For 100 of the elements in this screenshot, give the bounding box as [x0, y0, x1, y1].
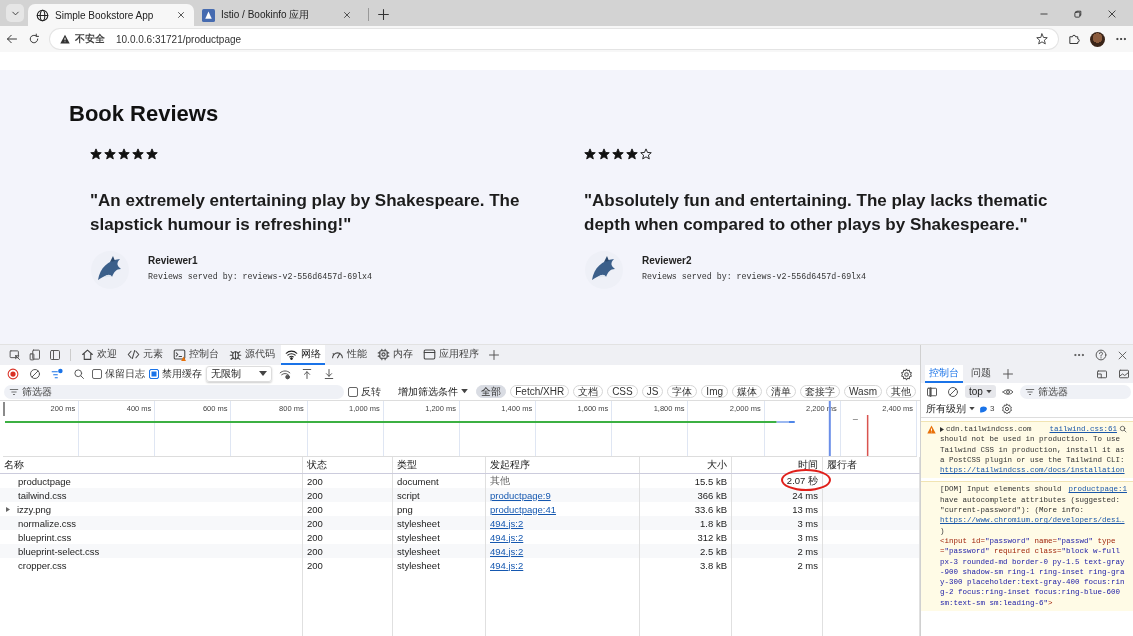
- star-icon: [132, 148, 144, 160]
- initiator-link[interactable]: 494.js:2: [490, 545, 524, 557]
- console-filter-field[interactable]: 筛选器: [1019, 384, 1131, 399]
- reviewer-name: Reviewer2: [642, 255, 693, 266]
- add-icon[interactable]: [488, 349, 500, 361]
- address-field[interactable]: 不安全 10.0.0.6:31721/productpage: [50, 29, 1058, 49]
- disable-cache-checkbox[interactable]: 禁用缓存: [149, 367, 202, 381]
- type-filter-chip[interactable]: CSS: [607, 385, 638, 398]
- filter-icon[interactable]: [51, 368, 63, 380]
- close-icon[interactable]: [1107, 9, 1117, 19]
- levels-dropdown[interactable]: 所有级别: [926, 401, 975, 416]
- console-tab[interactable]: 问题: [967, 365, 995, 383]
- context-dropdown[interactable]: top: [965, 385, 996, 398]
- browser-tab[interactable]: Istio / Bookinfo 应用: [194, 4, 360, 26]
- browser-tab[interactable]: Simple Bookstore App: [28, 4, 194, 26]
- preserve-log-checkbox[interactable]: 保留日志: [92, 367, 145, 381]
- settings-icon[interactable]: [900, 367, 913, 381]
- type-filter-chip[interactable]: 全部: [476, 385, 507, 398]
- request-name[interactable]: blueprint.css: [18, 531, 72, 543]
- type-filter-chip[interactable]: 清单: [766, 385, 797, 398]
- close-icon[interactable]: [1117, 349, 1128, 361]
- settings-icon[interactable]: [1001, 402, 1014, 415]
- type-filter-chip[interactable]: Img: [701, 385, 729, 398]
- star-icon[interactable]: [1036, 33, 1048, 45]
- devtools-tab[interactable]: 控制台: [169, 345, 223, 365]
- reviewer-name: Reviewer1: [148, 255, 199, 266]
- avatar-icon[interactable]: [1090, 31, 1105, 47]
- download-icon[interactable]: [323, 368, 335, 380]
- request-name[interactable]: productpage: [18, 475, 71, 487]
- expand-icon[interactable]: [940, 426, 944, 432]
- type-filter-chip[interactable]: 其他: [886, 385, 916, 398]
- inspect-icon[interactable]: [9, 349, 21, 361]
- clear-icon[interactable]: [947, 385, 959, 398]
- table-cell: 2 ms: [797, 559, 818, 571]
- column-header[interactable]: 类型: [393, 457, 486, 473]
- initiator-link[interactable]: productpage:41: [490, 503, 557, 515]
- throttling-dropdown[interactable]: 无限制: [206, 366, 272, 382]
- column-header[interactable]: 大小: [640, 457, 732, 473]
- puzzle-icon[interactable]: [1068, 33, 1080, 45]
- console-tab[interactable]: 控制台: [925, 365, 963, 383]
- review-quote: "An extremely entertaining play by Shakespeare. The slapstick humour is refreshing!": [90, 190, 521, 236]
- image-icon[interactable]: [1118, 368, 1130, 380]
- served-by-text: Reviews served by: reviews-v2-556d6457d-69lx4: [148, 272, 373, 281]
- initiator-link[interactable]: 494.js:2: [490, 517, 524, 529]
- expand-icon[interactable]: [6, 506, 10, 512]
- devtools-tab[interactable]: 性能: [327, 345, 371, 365]
- table-cell: 2.07 秒: [786, 474, 818, 488]
- type-filter-chip[interactable]: Wasm: [844, 385, 882, 398]
- more-filters-dropdown[interactable]: 增加筛选条件: [398, 384, 469, 399]
- search-icon[interactable]: [73, 368, 85, 380]
- column-header[interactable]: 名称: [0, 457, 303, 473]
- table-cell: stylesheet: [393, 544, 486, 558]
- console-icon: [173, 347, 186, 361]
- devtools-tab[interactable]: 元素: [123, 345, 167, 365]
- wifi-gear-icon[interactable]: [279, 368, 291, 380]
- device-icon[interactable]: [29, 349, 41, 361]
- type-filter-chip[interactable]: Fetch/XHR: [510, 385, 570, 398]
- initiator-link[interactable]: productpage:9: [490, 489, 551, 501]
- column-header[interactable]: 发起程序: [486, 457, 640, 473]
- record-icon[interactable]: [7, 368, 19, 380]
- initiator-link[interactable]: 494.js:2: [490, 531, 524, 543]
- filter-field[interactable]: 筛选器: [4, 384, 345, 399]
- add-icon[interactable]: [1002, 368, 1014, 380]
- new-tab-icon[interactable]: [368, 8, 390, 21]
- devtools-tab[interactable]: 内存: [373, 345, 417, 365]
- devtools-tab[interactable]: 欢迎: [77, 345, 121, 365]
- table-cell: 200: [303, 544, 393, 558]
- request-name[interactable]: blueprint-select.css: [18, 545, 100, 557]
- initiator-link[interactable]: 494.js:2: [490, 559, 524, 571]
- devtools-tab[interactable]: 源代码: [225, 345, 279, 365]
- issue-badge-icon: [979, 404, 988, 413]
- back-icon[interactable]: [6, 33, 18, 45]
- type-filter-chip[interactable]: 套接字: [800, 385, 841, 398]
- restore-icon[interactable]: [1073, 9, 1083, 19]
- type-filter-chip[interactable]: 媒体: [732, 385, 763, 398]
- type-filter-chip[interactable]: 文档: [573, 385, 604, 398]
- type-filter-chip[interactable]: JS: [641, 385, 664, 398]
- reload-icon[interactable]: [28, 33, 40, 45]
- devtools-tab[interactable]: 应用程序: [419, 345, 483, 365]
- help-icon[interactable]: [1095, 349, 1107, 361]
- devtools-tab[interactable]: 网络: [281, 345, 325, 365]
- request-name[interactable]: tailwind.css: [18, 489, 67, 501]
- sidebar-icon[interactable]: [926, 385, 938, 398]
- type-filter-chip[interactable]: 字体: [667, 385, 698, 398]
- clear-icon[interactable]: [29, 368, 41, 380]
- request-name[interactable]: izzy.png: [17, 503, 52, 515]
- search-icon[interactable]: [1119, 425, 1127, 434]
- close-icon[interactable]: [342, 10, 352, 20]
- column-header[interactable]: 状态: [303, 457, 393, 473]
- request-name[interactable]: normalize.css: [18, 517, 77, 529]
- column-header[interactable]: 时间: [732, 457, 823, 473]
- upload-icon[interactable]: [301, 368, 313, 380]
- close-icon[interactable]: [176, 10, 186, 20]
- sail-icon: [202, 8, 215, 22]
- dock-icon[interactable]: [1096, 368, 1108, 380]
- request-name[interactable]: cropper.css: [18, 559, 67, 571]
- column-header[interactable]: 履行者: [823, 457, 920, 473]
- star-icon: [118, 148, 130, 160]
- invert-checkbox[interactable]: 反转: [348, 384, 382, 399]
- sidebar-icon[interactable]: [49, 349, 61, 361]
